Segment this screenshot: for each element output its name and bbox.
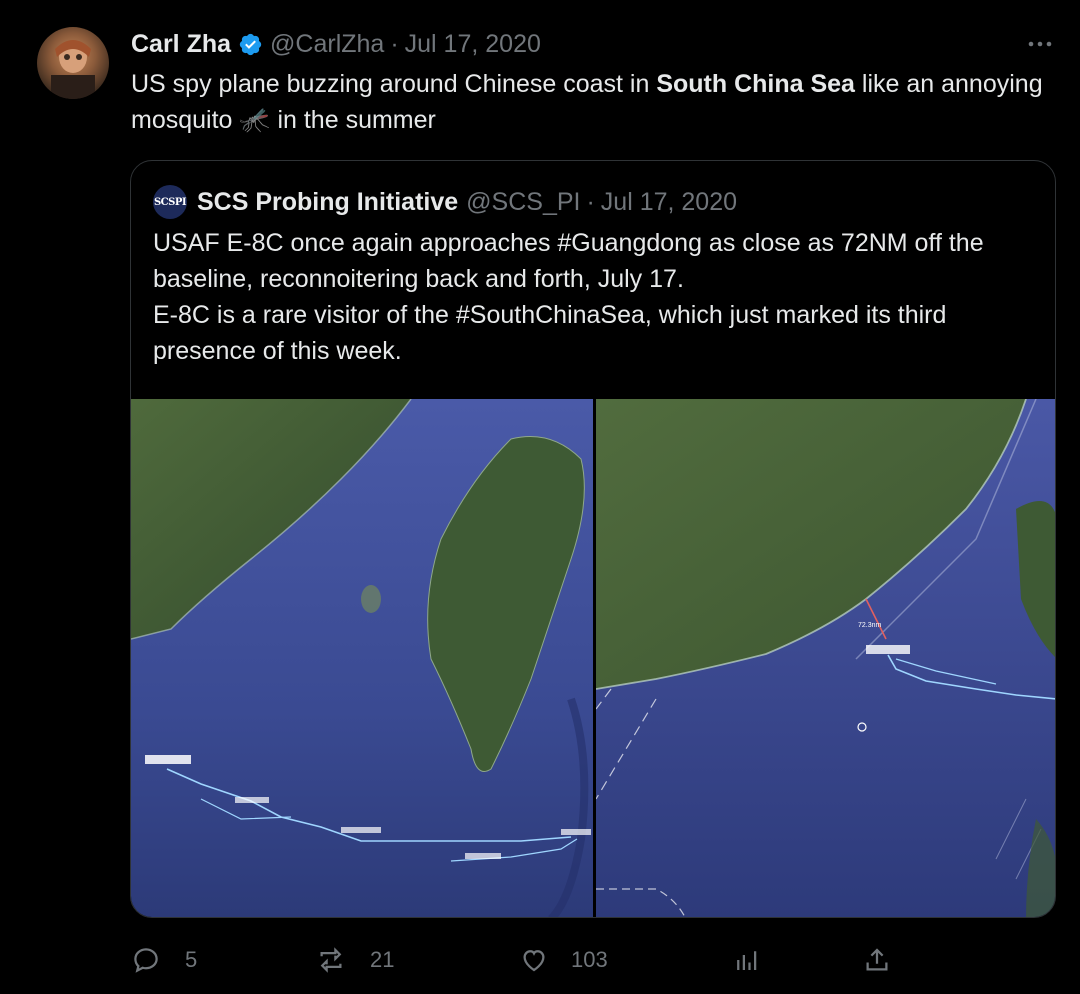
- tweet-text: US spy plane buzzing around Chinese coas…: [131, 66, 1051, 138]
- share-icon: [866, 948, 888, 971]
- author-avatar[interactable]: [37, 27, 109, 99]
- quoted-tweet-header: SCSPI SCS Probing Initiative @SCS_PI · J…: [153, 185, 737, 219]
- quoted-tweet-date: Jul 17, 2020: [600, 187, 738, 216]
- quoted-author-name: SCS Probing Initiative: [197, 187, 459, 216]
- reply-button[interactable]: 5: [131, 938, 197, 982]
- tweet-date[interactable]: Jul 17, 2020: [405, 30, 541, 59]
- author-name[interactable]: Carl Zha: [131, 30, 231, 59]
- media-grid: 72.3nm: [131, 399, 1056, 918]
- quoted-author-avatar: SCSPI: [153, 185, 187, 219]
- tweet-text-part: US spy plane buzzing around Chinese coas…: [131, 70, 657, 98]
- analytics-button[interactable]: [732, 938, 762, 982]
- like-button[interactable]: 103: [519, 938, 608, 982]
- separator-dot: ·: [390, 29, 399, 58]
- verified-badge-icon: [239, 33, 262, 55]
- quoted-text-line: E-8C is a rare visitor of the #SouthChin…: [153, 301, 947, 365]
- retweet-icon: [320, 947, 342, 973]
- map-image-taiwan-strait[interactable]: [131, 399, 593, 918]
- reply-count: 5: [185, 947, 198, 972]
- tweet-text-bold: South China Sea: [656, 70, 855, 98]
- more-options-icon[interactable]: [1026, 32, 1054, 56]
- retweet-count: 21: [370, 947, 395, 972]
- map-distance-label: 72.3nm: [858, 622, 882, 629]
- tweet-actions: 5 21 103: [0, 938, 1080, 982]
- retweet-button[interactable]: 21: [316, 938, 394, 982]
- separator-dot: ·: [586, 187, 595, 216]
- reply-icon: [134, 948, 158, 973]
- quoted-tweet-text: USAF E-8C once again approaches #Guangdo…: [153, 225, 1033, 369]
- analytics-icon: [737, 951, 757, 970]
- share-button[interactable]: [862, 938, 892, 982]
- like-count: 103: [571, 947, 608, 972]
- quoted-tweet[interactable]: SCSPI SCS Probing Initiative @SCS_PI · J…: [130, 160, 1056, 918]
- quoted-text-line: USAF E-8C once again approaches #Guangdo…: [153, 229, 984, 293]
- tweet-header: Carl Zha @CarlZha · Jul 17, 2020: [131, 26, 541, 62]
- map-image-guangdong-coast[interactable]: 72.3nm: [596, 399, 1056, 918]
- heart-icon: [523, 950, 545, 972]
- quoted-author-handle: @SCS_PI: [466, 187, 581, 216]
- author-handle[interactable]: @CarlZha: [270, 30, 384, 59]
